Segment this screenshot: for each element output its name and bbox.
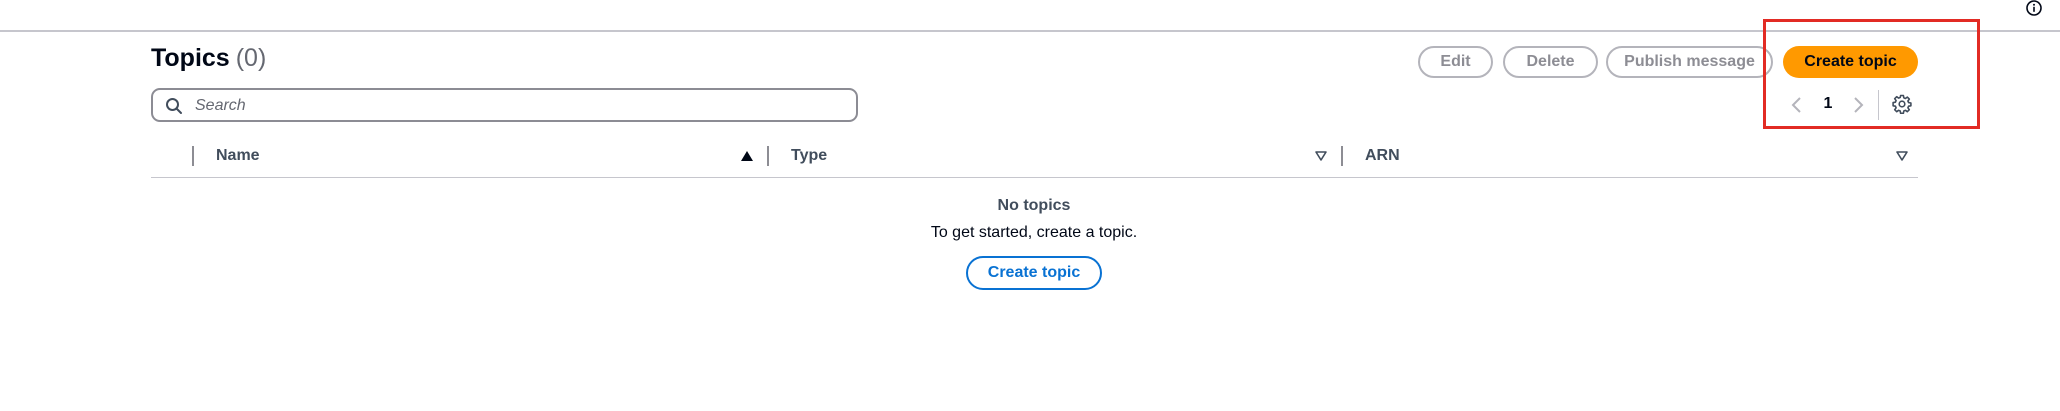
publish-message-button[interactable]: Publish message (1606, 46, 1773, 78)
page-title-text: Topics (151, 44, 230, 72)
empty-state-title: No topics (997, 197, 1071, 214)
search-icon (166, 98, 182, 114)
top-divider (0, 30, 2060, 32)
sort-descending-icon[interactable] (1895, 150, 1909, 162)
delete-button[interactable]: Delete (1503, 46, 1598, 78)
empty-state-create-topic-button[interactable]: Create topic (966, 256, 1102, 290)
highlight-annotation (1763, 19, 1980, 129)
column-header-arn[interactable]: ARN (1365, 147, 1400, 165)
topic-count: (0) (235, 44, 267, 72)
column-separator (192, 146, 194, 166)
page-title: Topics (0) (151, 44, 266, 73)
column-header-type[interactable]: Type (791, 147, 827, 165)
table-header-divider (151, 177, 1918, 178)
column-separator (767, 146, 769, 166)
sort-ascending-icon[interactable] (740, 150, 754, 162)
edit-button[interactable]: Edit (1418, 46, 1493, 78)
info-icon[interactable] (2024, 0, 2044, 20)
column-header-name[interactable]: Name (216, 147, 260, 165)
sort-descending-icon[interactable] (1314, 150, 1328, 162)
empty-state-description: To get started, create a topic. (930, 224, 1138, 241)
column-separator (1341, 146, 1343, 166)
search-box[interactable] (151, 88, 858, 122)
search-input[interactable] (193, 93, 847, 119)
